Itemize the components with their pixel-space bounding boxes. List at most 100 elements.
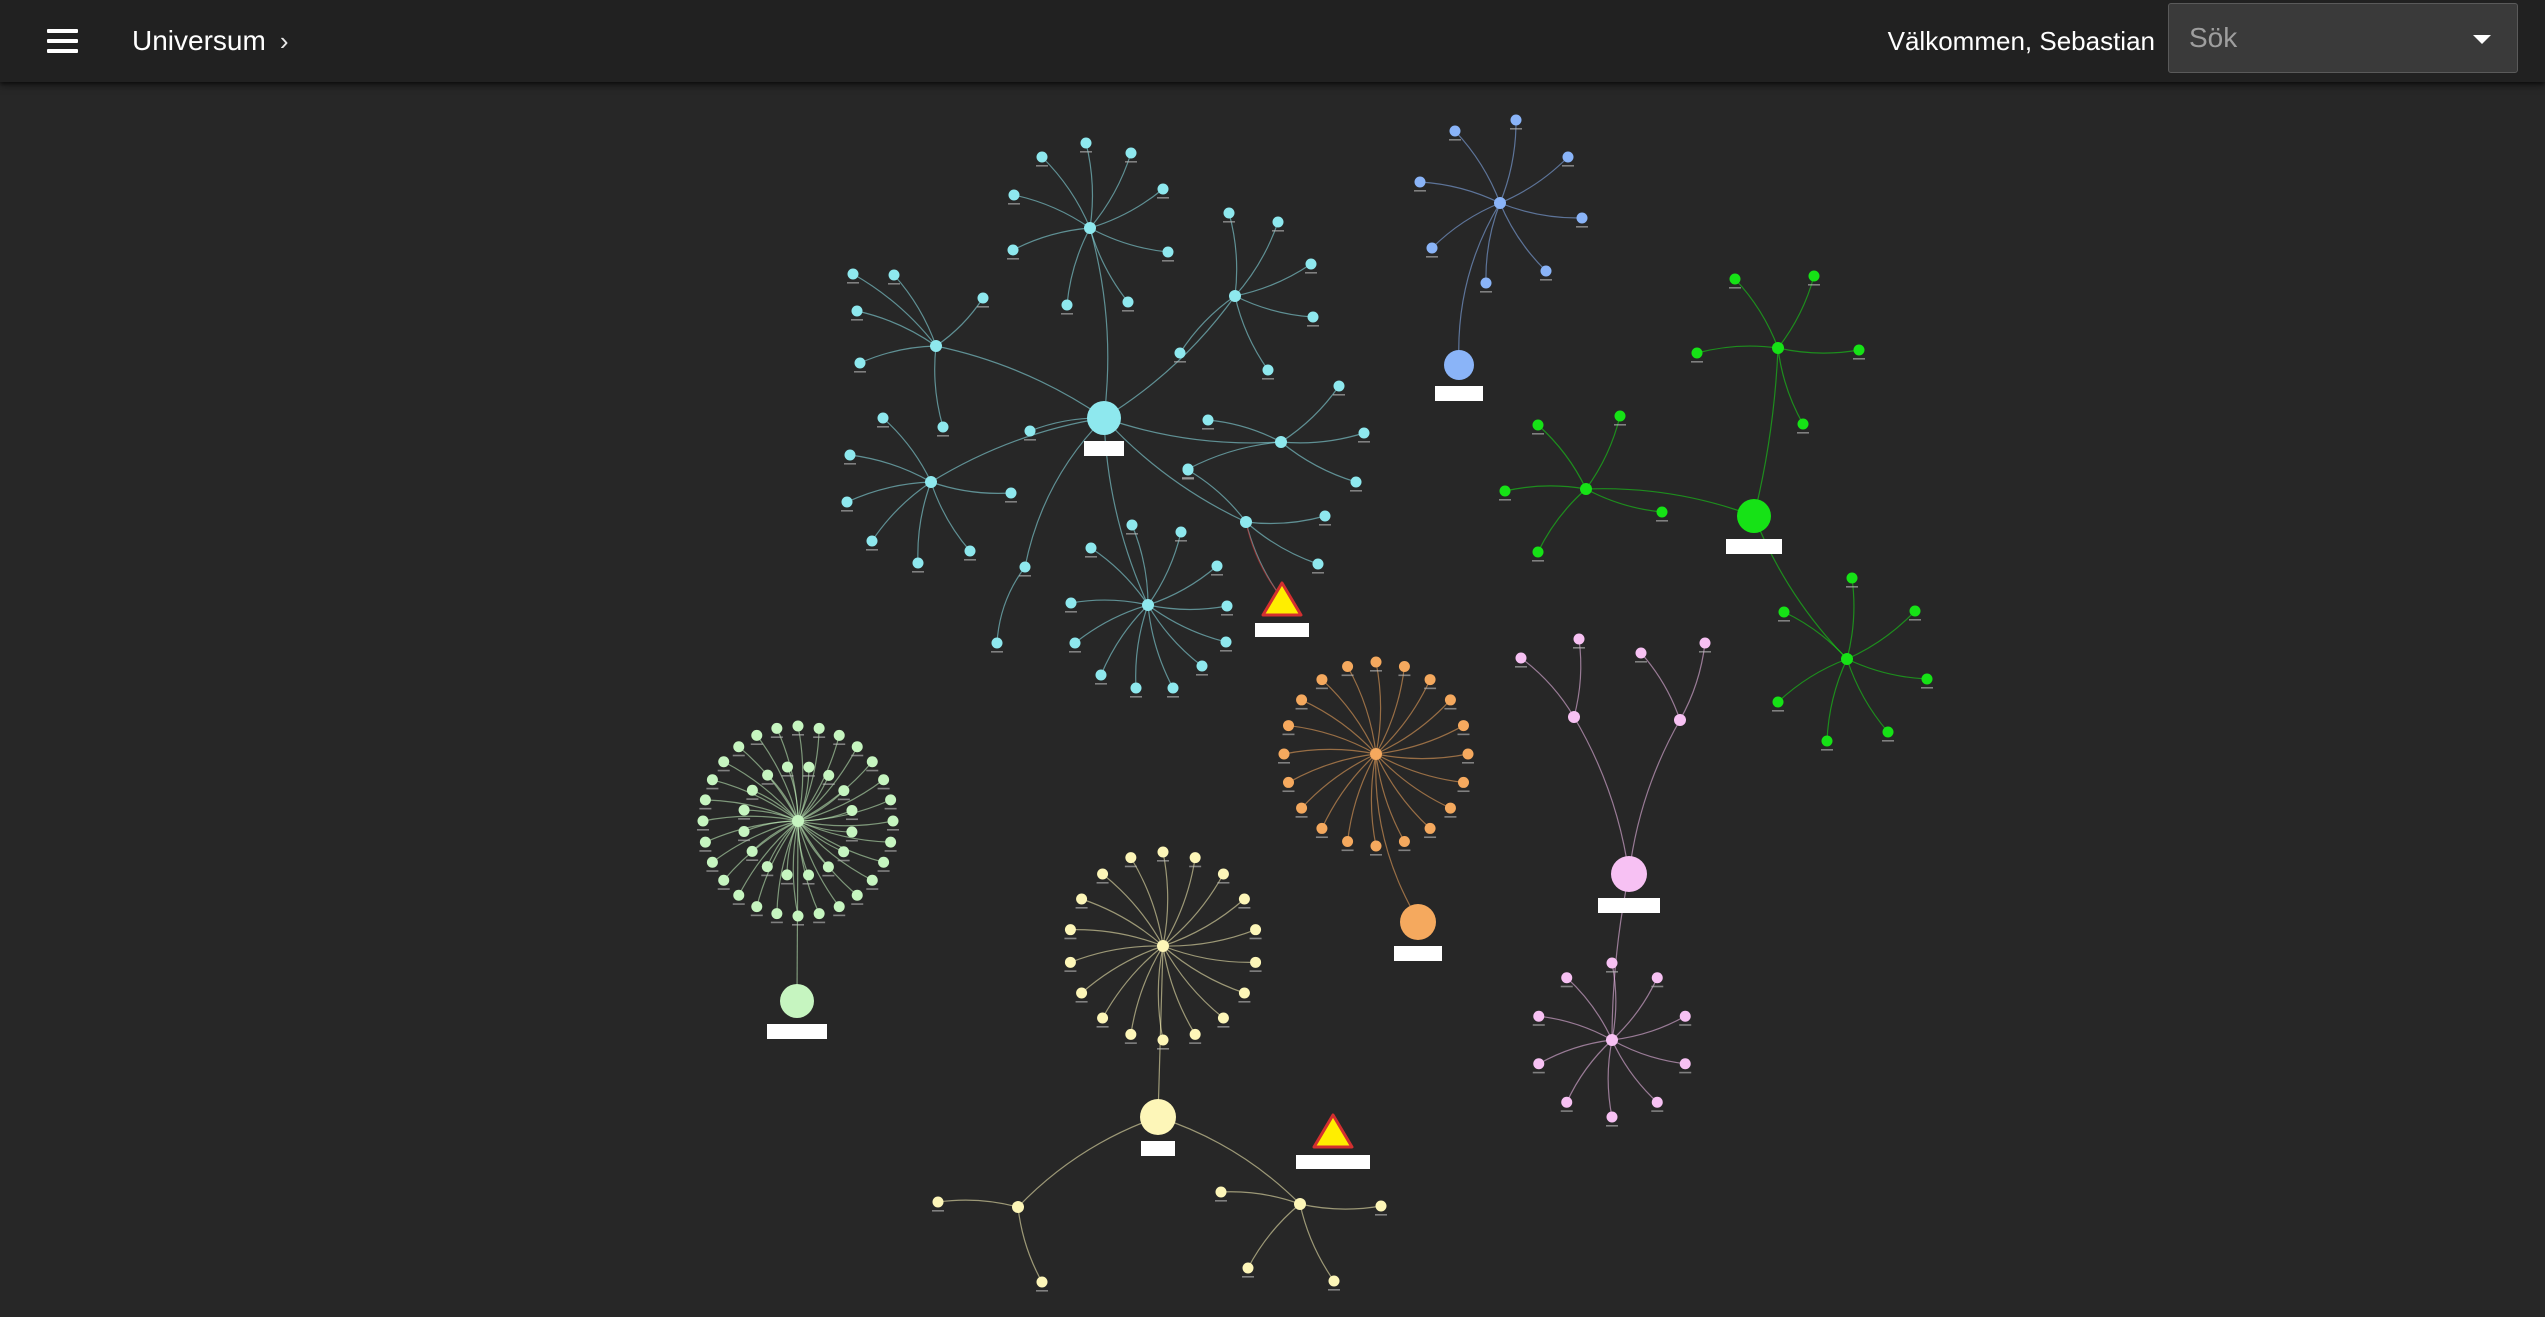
graph-node[interactable]: [1036, 1276, 1048, 1288]
menu-icon[interactable]: [38, 20, 86, 62]
graph-node[interactable]: [1080, 137, 1092, 149]
graph-hub-node[interactable]: [1772, 342, 1784, 354]
graph-node[interactable]: [1097, 1012, 1109, 1024]
graph-node[interactable]: [1024, 425, 1036, 437]
graph-node[interactable]: [841, 496, 853, 508]
graph-node[interactable]: [1573, 633, 1585, 645]
graph-node[interactable]: [1398, 835, 1410, 847]
graph-node[interactable]: [1220, 636, 1232, 648]
graph-node[interactable]: [1333, 380, 1345, 392]
graph-node[interactable]: [746, 845, 758, 857]
graph-node[interactable]: [877, 412, 889, 424]
graph-node[interactable]: [1278, 748, 1290, 760]
graph-node[interactable]: [937, 421, 949, 433]
graph-node[interactable]: [1342, 661, 1354, 673]
graph-node[interactable]: [854, 357, 866, 369]
graph-node[interactable]: [838, 846, 850, 858]
graph-hub-node[interactable]: [1012, 1201, 1024, 1213]
graph-node[interactable]: [1175, 526, 1187, 538]
graph-node[interactable]: [1909, 605, 1921, 617]
graph-node[interactable]: [866, 535, 878, 547]
graph-node[interactable]: [1821, 735, 1833, 747]
graph-node[interactable]: [1532, 546, 1544, 558]
graph-node[interactable]: [1656, 506, 1668, 518]
graph-node[interactable]: [1215, 1186, 1227, 1198]
graph-node[interactable]: [699, 836, 711, 848]
graph-node[interactable]: [1606, 1111, 1618, 1123]
graph-node[interactable]: [964, 545, 976, 557]
graph-node[interactable]: [813, 722, 825, 734]
graph-hub-node[interactable]: [1606, 1034, 1618, 1046]
graph-node[interactable]: [847, 268, 859, 280]
graph-node[interactable]: [1691, 347, 1703, 359]
warning-icon[interactable]: [1312, 1113, 1354, 1149]
graph-node[interactable]: [977, 292, 989, 304]
graph-node[interactable]: [1095, 669, 1107, 681]
graph-node[interactable]: [781, 869, 793, 881]
graph-node[interactable]: [1576, 212, 1588, 224]
graph-node[interactable]: [1262, 364, 1274, 376]
graph-node[interactable]: [1167, 682, 1179, 694]
graph-node[interactable]: [1174, 347, 1186, 359]
graph-node[interactable]: [878, 774, 890, 786]
graph-node[interactable]: [833, 901, 845, 913]
graph-hub-node[interactable]: [1229, 290, 1241, 302]
graph-node[interactable]: [823, 769, 835, 781]
graph-node[interactable]: [1358, 427, 1370, 439]
graph-node[interactable]: [803, 869, 815, 881]
graph-node[interactable]: [1162, 246, 1174, 258]
graph-node[interactable]: [738, 826, 750, 838]
graph-node[interactable]: [1019, 561, 1031, 573]
graph-hub-node[interactable]: [1084, 222, 1096, 234]
graph-node[interactable]: [1305, 258, 1317, 270]
graph-node[interactable]: [1772, 696, 1784, 708]
graph-node[interactable]: [1729, 273, 1741, 285]
graph-node[interactable]: [885, 836, 897, 848]
graph-node[interactable]: [699, 794, 711, 806]
graph-node[interactable]: [1217, 1012, 1229, 1024]
graph-node[interactable]: [866, 874, 878, 886]
graph-node[interactable]: [1561, 972, 1573, 984]
graph-node[interactable]: [1846, 572, 1858, 584]
graph-hub-node[interactable]: [1580, 483, 1592, 495]
graph-node[interactable]: [1076, 893, 1088, 905]
graph-node[interactable]: [718, 874, 730, 886]
graph-hub-node[interactable]: [1275, 436, 1287, 448]
graph-node[interactable]: [1122, 296, 1134, 308]
graph-node[interactable]: [991, 637, 1003, 649]
graph-node[interactable]: [888, 269, 900, 281]
graph-node[interactable]: [838, 785, 850, 797]
graph-node[interactable]: [1679, 1058, 1691, 1070]
graph-node[interactable]: [1202, 414, 1214, 426]
page-title[interactable]: Universum: [132, 22, 266, 60]
graph-node[interactable]: [1296, 802, 1308, 814]
graph-node[interactable]: [1065, 597, 1077, 609]
graph-node[interactable]: [912, 557, 924, 569]
graph-node[interactable]: [1296, 694, 1308, 706]
graph-node[interactable]: [844, 449, 856, 461]
graph-node[interactable]: [1342, 835, 1354, 847]
graph-node[interactable]: [1157, 1034, 1169, 1046]
graph-node[interactable]: [1457, 720, 1469, 732]
graph-root-node[interactable]: [780, 984, 814, 1018]
graph-node[interactable]: [1370, 840, 1382, 852]
graph-node[interactable]: [1778, 606, 1790, 618]
graph-node[interactable]: [1853, 344, 1865, 356]
graph-hub-node[interactable]: [1370, 748, 1382, 760]
graph-node[interactable]: [1370, 656, 1382, 668]
graph-node[interactable]: [762, 769, 774, 781]
graph-node[interactable]: [706, 774, 718, 786]
graph-hub-node[interactable]: [1841, 653, 1853, 665]
search-input[interactable]: [2169, 4, 2459, 72]
graph-node[interactable]: [1921, 673, 1933, 685]
graph-node[interactable]: [878, 856, 890, 868]
graph-node[interactable]: [1307, 311, 1319, 323]
graph-node[interactable]: [751, 729, 763, 741]
graph-node[interactable]: [771, 722, 783, 734]
graph-node[interactable]: [1189, 1028, 1201, 1040]
graph-hub-node[interactable]: [1568, 711, 1580, 723]
graph-node[interactable]: [1424, 822, 1436, 834]
graph-node[interactable]: [1217, 868, 1229, 880]
graph-node[interactable]: [833, 729, 845, 741]
graph-node[interactable]: [738, 804, 750, 816]
